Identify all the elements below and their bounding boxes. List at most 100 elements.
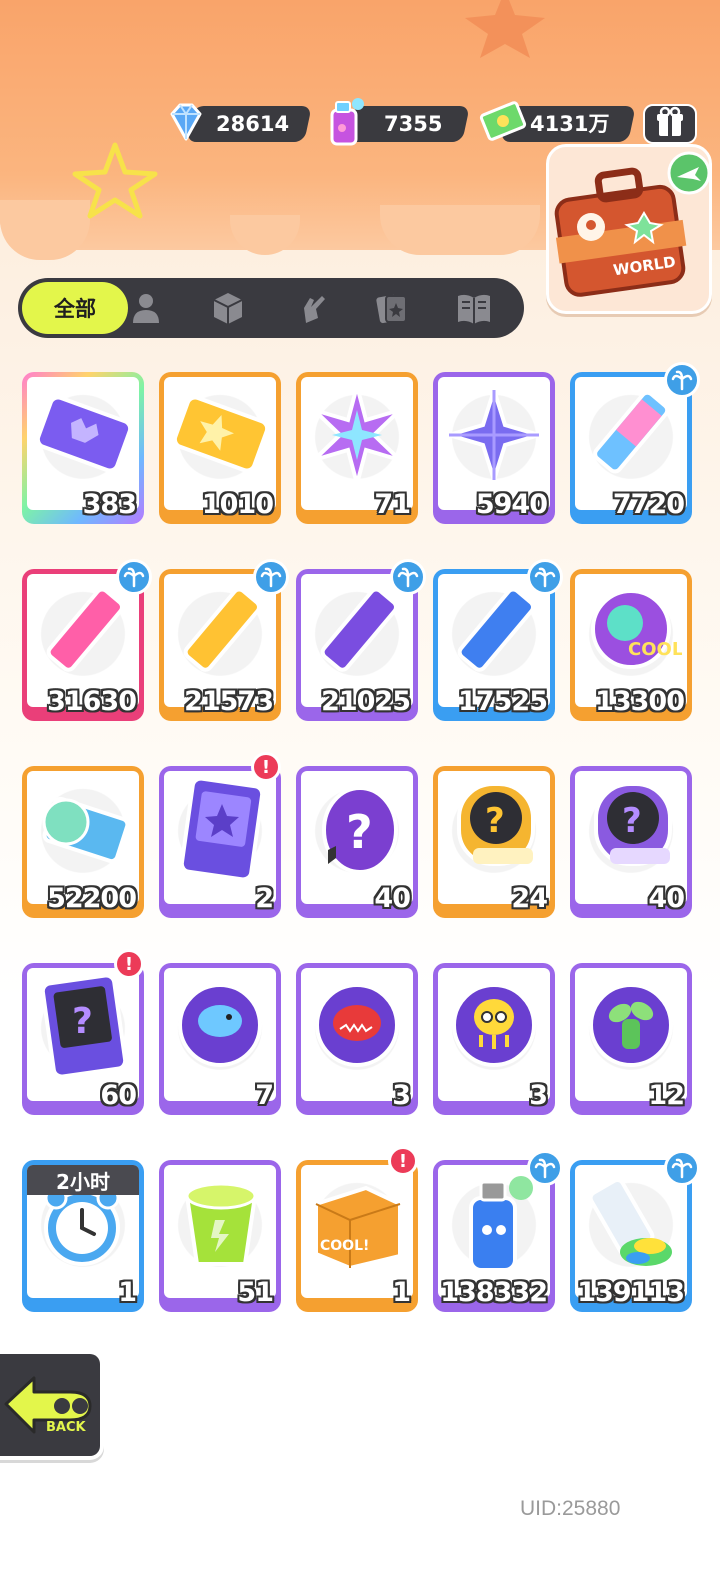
item-count: 17525 bbox=[458, 686, 548, 717]
inventory-item[interactable]: COOL! ! 1 bbox=[296, 1146, 418, 1312]
tab-all[interactable]: 全部 bbox=[22, 282, 128, 334]
palm-tree-icon bbox=[390, 559, 426, 595]
item-count: 13300 bbox=[595, 686, 685, 717]
item-count: 1010 bbox=[201, 489, 274, 520]
inventory-item[interactable]: ? 24 bbox=[433, 766, 555, 918]
world-travel-button[interactable]: WORLD bbox=[546, 144, 712, 314]
item-count: 12 bbox=[648, 1080, 685, 1111]
svg-text:COOL!: COOL! bbox=[320, 1238, 369, 1254]
gold-ticket-icon bbox=[172, 395, 270, 473]
item-count: 40 bbox=[374, 883, 411, 914]
inventory-item[interactable]: 17525 bbox=[433, 559, 563, 721]
season-ticket-icon bbox=[42, 796, 130, 864]
inventory-item[interactable]: 138332 bbox=[433, 1150, 563, 1312]
inventory-item[interactable]: 5940 bbox=[433, 372, 555, 524]
item-count: 51 bbox=[237, 1277, 274, 1308]
fish-pet-orb-icon bbox=[178, 983, 262, 1067]
gift-button[interactable] bbox=[643, 104, 697, 144]
item-count: 5940 bbox=[475, 489, 548, 520]
jellyfish-pet-orb-icon bbox=[452, 983, 536, 1067]
inventory-item[interactable]: ? 40 bbox=[296, 766, 418, 918]
gesture-icon[interactable] bbox=[294, 290, 330, 326]
item-count: 3 bbox=[529, 1080, 548, 1111]
star-decoration-icon bbox=[465, 0, 545, 58]
item-count: 21573 bbox=[184, 686, 274, 717]
cards-icon[interactable] bbox=[374, 290, 410, 326]
item-count: 2 bbox=[255, 883, 274, 914]
cash-icon bbox=[479, 101, 527, 141]
rainbow-crayon-icon bbox=[593, 390, 670, 474]
svg-text:?: ? bbox=[346, 805, 373, 859]
svg-text:?: ? bbox=[622, 801, 642, 841]
mystery-travel-card-icon: ? bbox=[40, 973, 128, 1079]
alert-badge-icon: ! bbox=[251, 752, 281, 782]
cool-box-icon: COOL! bbox=[314, 1186, 402, 1270]
inventory-item[interactable]: 51 bbox=[159, 1160, 281, 1312]
inventory-item[interactable]: ? 40 bbox=[570, 766, 692, 918]
item-count: 31630 bbox=[47, 686, 137, 717]
spray-can-item-icon bbox=[469, 1176, 533, 1272]
inventory-item[interactable]: 21025 bbox=[296, 559, 426, 721]
item-count: 52200 bbox=[47, 883, 137, 914]
inventory-item[interactable]: COOL 13300 bbox=[570, 569, 692, 721]
item-count: 21025 bbox=[321, 686, 411, 717]
inventory-item[interactable]: 3 bbox=[296, 963, 418, 1115]
svg-text:?: ? bbox=[485, 801, 505, 841]
person-icon[interactable] bbox=[128, 290, 164, 326]
inventory-item[interactable]: 2小时 1 bbox=[22, 1160, 144, 1312]
inventory-item[interactable]: 71 bbox=[296, 372, 418, 524]
palm-tree-icon bbox=[527, 1150, 563, 1186]
item-count: 60 bbox=[100, 1080, 137, 1111]
inventory-item[interactable]: 21573 bbox=[159, 559, 289, 721]
inventory-item[interactable]: 52200 bbox=[22, 766, 144, 918]
yellow-crayon-icon bbox=[183, 587, 262, 672]
star-decoration-icon bbox=[72, 142, 158, 219]
deity-gold-coin-icon: ? bbox=[457, 782, 535, 866]
header-drip bbox=[380, 205, 540, 255]
inventory-item[interactable]: 3 bbox=[433, 963, 555, 1115]
item-count: 3 bbox=[392, 1080, 411, 1111]
item-count: 7720 bbox=[612, 489, 685, 520]
item-count: 1 bbox=[392, 1277, 411, 1308]
box-icon[interactable] bbox=[210, 290, 246, 326]
palm-tree-icon bbox=[664, 362, 700, 398]
spray-can-icon bbox=[330, 98, 364, 146]
item-count: 40 bbox=[648, 883, 685, 914]
palm-tree-icon bbox=[664, 1150, 700, 1186]
gift-icon bbox=[657, 106, 683, 136]
inventory-item[interactable]: 139113 bbox=[570, 1150, 700, 1312]
item-count: 383 bbox=[82, 489, 137, 520]
back-button[interactable]: BACK bbox=[0, 1350, 104, 1460]
inventory-item[interactable]: 7 bbox=[159, 963, 281, 1115]
mystery-egg-icon: ? bbox=[322, 786, 398, 874]
inventory-item[interactable]: 7720 bbox=[570, 362, 700, 524]
item-count: 139113 bbox=[577, 1277, 685, 1308]
book-icon[interactable] bbox=[454, 288, 494, 328]
cool-orb-icon: COOL bbox=[591, 589, 682, 669]
item-count: 1 bbox=[118, 1277, 137, 1308]
suitcase-icon bbox=[554, 151, 711, 297]
inventory-item[interactable]: 31630 bbox=[22, 559, 152, 721]
piranha-pet-orb-icon bbox=[315, 983, 399, 1067]
inventory-item[interactable]: ! 2 bbox=[159, 752, 281, 918]
category-tab-bar: 全部 bbox=[18, 278, 524, 338]
inventory-item[interactable]: 1010 bbox=[159, 372, 281, 524]
purple-ticket-icon bbox=[35, 395, 133, 473]
purple-crayon-icon bbox=[320, 587, 399, 672]
back-arrow-icon bbox=[4, 1376, 92, 1434]
inventory-item[interactable]: ? ! 60 bbox=[22, 949, 144, 1115]
rainbow-star-icon bbox=[312, 380, 402, 490]
plant-pet-orb-icon bbox=[589, 983, 673, 1067]
back-label: BACK bbox=[46, 1420, 86, 1435]
user-id-label: UID:25880 bbox=[520, 1497, 621, 1520]
diamond-value: 28614 bbox=[216, 112, 290, 136]
palm-tree-icon bbox=[527, 559, 563, 595]
alert-badge-icon: ! bbox=[114, 949, 144, 979]
svg-text:COOL: COOL bbox=[628, 639, 682, 660]
inventory-item[interactable]: 12 bbox=[570, 963, 692, 1115]
palm-tree-icon bbox=[253, 559, 289, 595]
purple-star-icon bbox=[443, 383, 545, 487]
item-count: 7 bbox=[255, 1080, 274, 1111]
inventory-item[interactable]: 383 bbox=[22, 372, 144, 524]
diamond-icon bbox=[170, 103, 202, 141]
